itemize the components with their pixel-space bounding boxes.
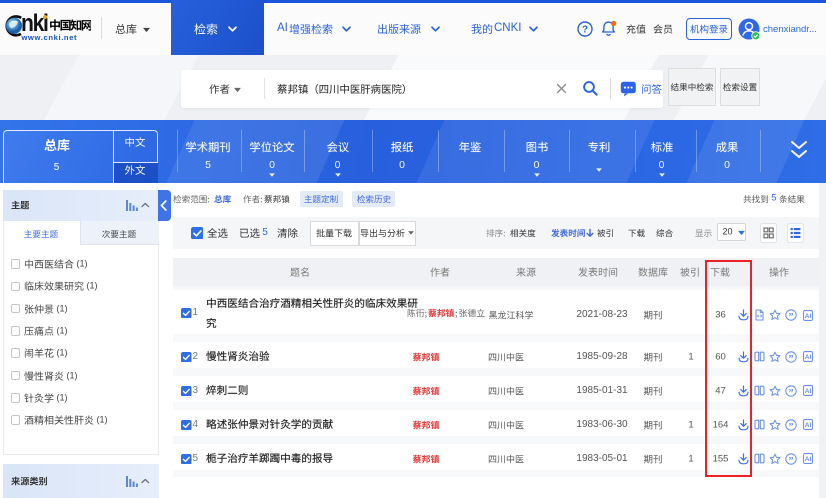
svg-text:”: ” (789, 421, 794, 430)
svg-text:”: ” (789, 455, 794, 464)
svg-text:AI: AI (805, 388, 812, 395)
svg-text:”: ” (789, 387, 794, 396)
svg-text:AI: AI (805, 313, 812, 320)
svg-text:AI: AI (805, 422, 812, 429)
svg-text:AI: AI (805, 456, 812, 463)
svg-text:AI: AI (805, 354, 812, 361)
svg-text:?: ? (582, 24, 588, 35)
svg-text:”: ” (789, 353, 794, 362)
svg-text:”: ” (789, 312, 794, 321)
